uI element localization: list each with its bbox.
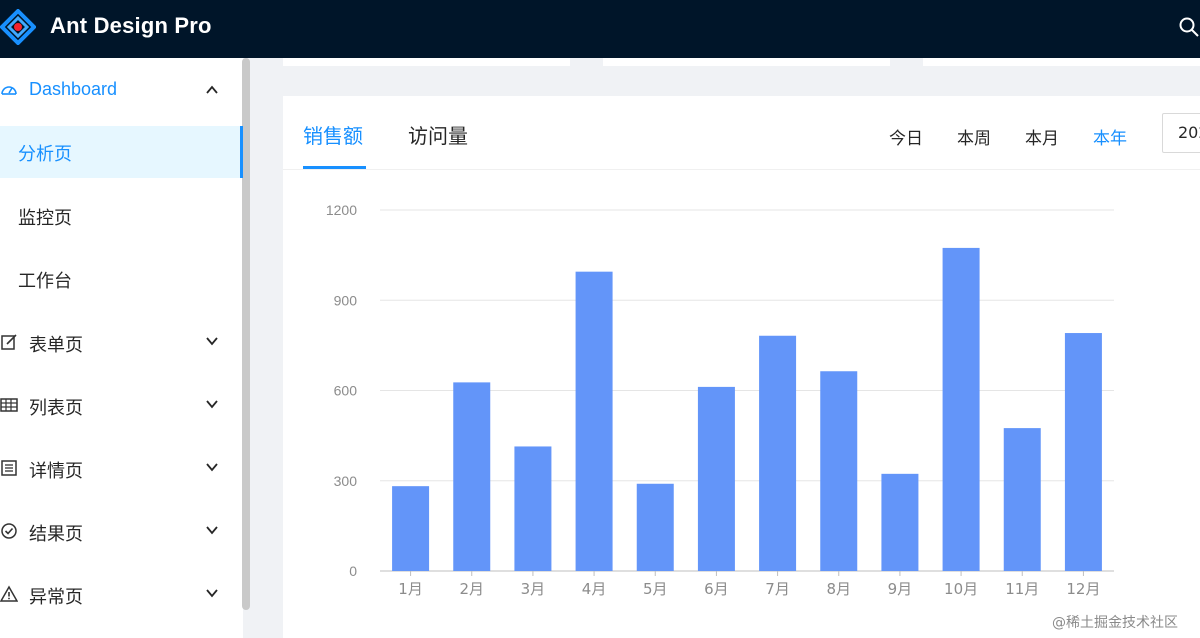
sidebar-item-label: 工作台 xyxy=(18,271,72,292)
chevron-up-icon xyxy=(206,85,218,94)
sales-bar-chart: 0 300 600 900 1200 1月 2月 3月 4月 5月 6月 7月 8月 9月 10月 11月 12… xyxy=(326,202,1114,598)
bar[interactable] xyxy=(942,247,980,571)
sidebar-item-list[interactable]: 列表页 xyxy=(0,379,243,431)
sidebar-item-profile[interactable]: 详情页 xyxy=(0,442,243,494)
check-circle-icon xyxy=(1,523,17,539)
x-tick-label: 7月 xyxy=(765,580,790,598)
sidebar-item-label: 表单页 xyxy=(29,335,83,356)
bar[interactable] xyxy=(636,483,674,571)
sidebar-item-result[interactable]: 结果页 xyxy=(0,505,243,557)
profile-icon xyxy=(1,460,17,476)
x-tick-label: 8月 xyxy=(826,580,851,598)
x-tick-label: 3月 xyxy=(521,580,546,598)
bar[interactable] xyxy=(453,382,491,571)
chevron-down-icon xyxy=(206,400,218,409)
sidebar-item-label: 分析页 xyxy=(18,144,72,165)
app-title[interactable]: Ant Design Pro xyxy=(50,13,212,39)
chevron-down-icon xyxy=(206,463,218,472)
bar[interactable] xyxy=(759,335,797,571)
warning-icon xyxy=(0,585,18,602)
sidebar-item-label: 列表页 xyxy=(29,398,83,419)
sidebar-item-label: 异常页 xyxy=(29,587,83,608)
x-tick-label: 9月 xyxy=(888,580,913,598)
ant-design-logo-icon[interactable] xyxy=(0,9,36,45)
y-tick-label: 600 xyxy=(334,383,358,399)
chevron-down-icon xyxy=(206,526,218,535)
bar[interactable] xyxy=(697,386,735,571)
dashboard-icon xyxy=(1,86,17,95)
y-tick-label: 900 xyxy=(334,292,358,308)
bar[interactable] xyxy=(514,446,552,571)
stat-card xyxy=(283,58,570,66)
sidebar-item-label: 监控页 xyxy=(18,208,72,229)
watermark: @稀土掘金技术社区 xyxy=(1052,615,1178,631)
top-header: Ant Design Pro xyxy=(0,0,1200,58)
bar[interactable] xyxy=(881,473,919,571)
chevron-down-icon xyxy=(206,589,218,598)
bar[interactable] xyxy=(820,371,858,571)
sidebar-item-dashboard[interactable]: Dashboard xyxy=(0,62,243,118)
sidebar-item-exception[interactable]: 异常页 xyxy=(0,568,243,620)
x-tick-label: 12月 xyxy=(1066,580,1100,598)
table-icon xyxy=(0,398,18,412)
y-tick-label: 300 xyxy=(334,473,358,489)
sidebar-scrollbar[interactable] xyxy=(242,58,250,610)
sidebar-item-label: 详情页 xyxy=(29,461,83,482)
y-tick-label: 1200 xyxy=(326,202,357,218)
bar[interactable] xyxy=(1064,333,1102,571)
sidebar-item-workplace[interactable]: 工作台 xyxy=(0,253,243,305)
y-tick-label: 0 xyxy=(349,563,357,579)
search-icon[interactable] xyxy=(1178,16,1200,38)
bar[interactable] xyxy=(575,271,613,571)
x-tick-label: 1月 xyxy=(398,580,423,598)
stat-card xyxy=(603,58,890,66)
x-tick-label: 4月 xyxy=(582,580,607,598)
form-icon xyxy=(1,334,17,350)
sidebar-item-label: 结果页 xyxy=(29,524,83,545)
sidebar-item-analysis[interactable]: 分析页 xyxy=(0,126,243,178)
x-tick-label: 2月 xyxy=(459,580,484,598)
bar[interactable] xyxy=(1003,428,1041,571)
x-tick-label: 11月 xyxy=(1005,580,1039,598)
sidebar-item-label: Dashboard xyxy=(29,79,118,99)
stat-card xyxy=(923,58,1200,66)
bar[interactable] xyxy=(392,486,430,571)
chevron-down-icon xyxy=(206,337,218,346)
sidebar-item-form[interactable]: 表单页 xyxy=(0,316,243,368)
sidebar-item-monitor[interactable]: 监控页 xyxy=(0,190,243,242)
x-tick-label: 10月 xyxy=(944,580,978,598)
x-tick-label: 5月 xyxy=(643,580,668,598)
x-tick-label: 6月 xyxy=(704,580,729,598)
